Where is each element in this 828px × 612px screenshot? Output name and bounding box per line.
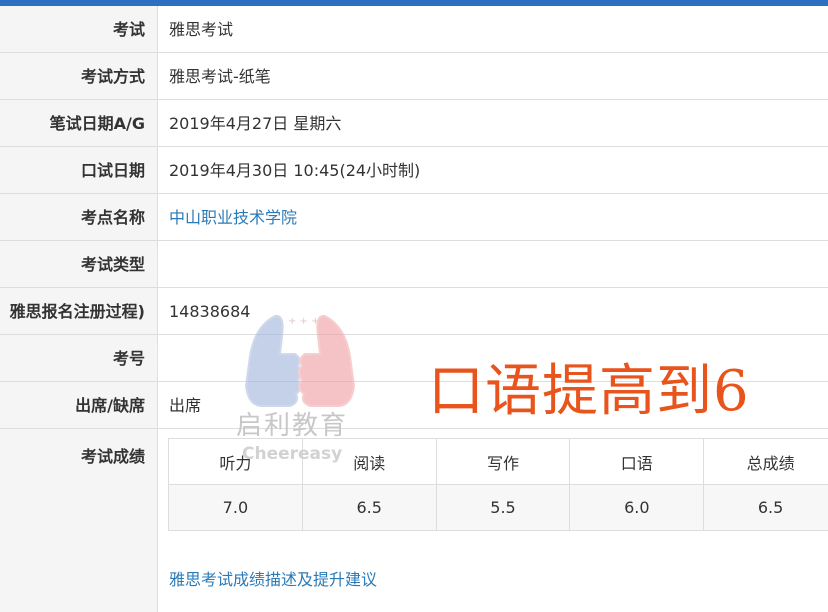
- attendance-label: 出席/缺席: [0, 382, 158, 428]
- overlay-annotation: 口语提高到6: [428, 359, 750, 424]
- candidate-number-label: 考号: [0, 335, 158, 381]
- registration-label: 雅思报名注册过程): [0, 288, 158, 334]
- written-date-label: 笔试日期A/G: [0, 100, 158, 146]
- row-exam: 考试 雅思考试: [0, 6, 828, 53]
- row-test-center: 考点名称 中山职业技术学院: [0, 194, 828, 241]
- score-value-row: 7.0 6.5 5.5 6.0 6.5: [168, 484, 828, 531]
- exam-type-label: 考试类型: [0, 241, 158, 287]
- watermark-subtext: Cheereasy: [242, 444, 343, 464]
- row-written-date: 笔试日期A/G 2019年4月27日 星期六: [0, 100, 828, 147]
- score-header-writing: 写作: [435, 438, 571, 485]
- score-header-overall: 总成绩: [703, 438, 828, 485]
- test-center-label: 考点名称: [0, 194, 158, 240]
- scores-label: 考试成绩: [0, 429, 158, 612]
- written-date-value: 2019年4月27日 星期六: [169, 114, 342, 133]
- exam-label: 考试: [0, 6, 158, 52]
- speaking-date-value: 2019年4月30日 10:45(24小时制): [169, 161, 421, 180]
- speaking-date-label: 口试日期: [0, 147, 158, 193]
- score-listening: 7.0: [168, 484, 303, 531]
- test-center-link[interactable]: 中山职业技术学院: [169, 208, 297, 227]
- blur-exam-type: [160, 250, 300, 282]
- score-overall: 6.5: [703, 484, 828, 531]
- svg-text:+ + +: + + +: [288, 316, 320, 327]
- score-writing: 5.5: [435, 484, 571, 531]
- exam-info-table: 考试 雅思考试 考试方式 雅思考试-纸笔 笔试日期A/G 2019年4月27日 …: [0, 6, 828, 612]
- score-advice-link[interactable]: 雅思考试成绩描述及提升建议: [169, 566, 377, 590]
- exam-mode-label: 考试方式: [0, 53, 158, 99]
- score-speaking: 6.0: [569, 484, 705, 531]
- score-header-speaking: 口语: [569, 438, 705, 485]
- exam-value: 雅思考试: [169, 20, 234, 39]
- row-exam-mode: 考试方式 雅思考试-纸笔: [0, 53, 828, 100]
- row-exam-type: 考试类型: [0, 241, 828, 288]
- row-registration: 雅思报名注册过程) 14838684: [0, 288, 828, 335]
- row-speaking-date: 口试日期 2019年4月30日 10:45(24小时制): [0, 147, 828, 194]
- exam-mode-value: 雅思考试-纸笔: [169, 67, 271, 86]
- score-reading: 6.5: [301, 484, 437, 531]
- row-scores: 考试成绩 听力 阅读 写作 口语 总成绩 7.0 6.5 5.5 6.0 6.5…: [0, 429, 828, 612]
- watermark-text: 启利教育: [236, 411, 349, 441]
